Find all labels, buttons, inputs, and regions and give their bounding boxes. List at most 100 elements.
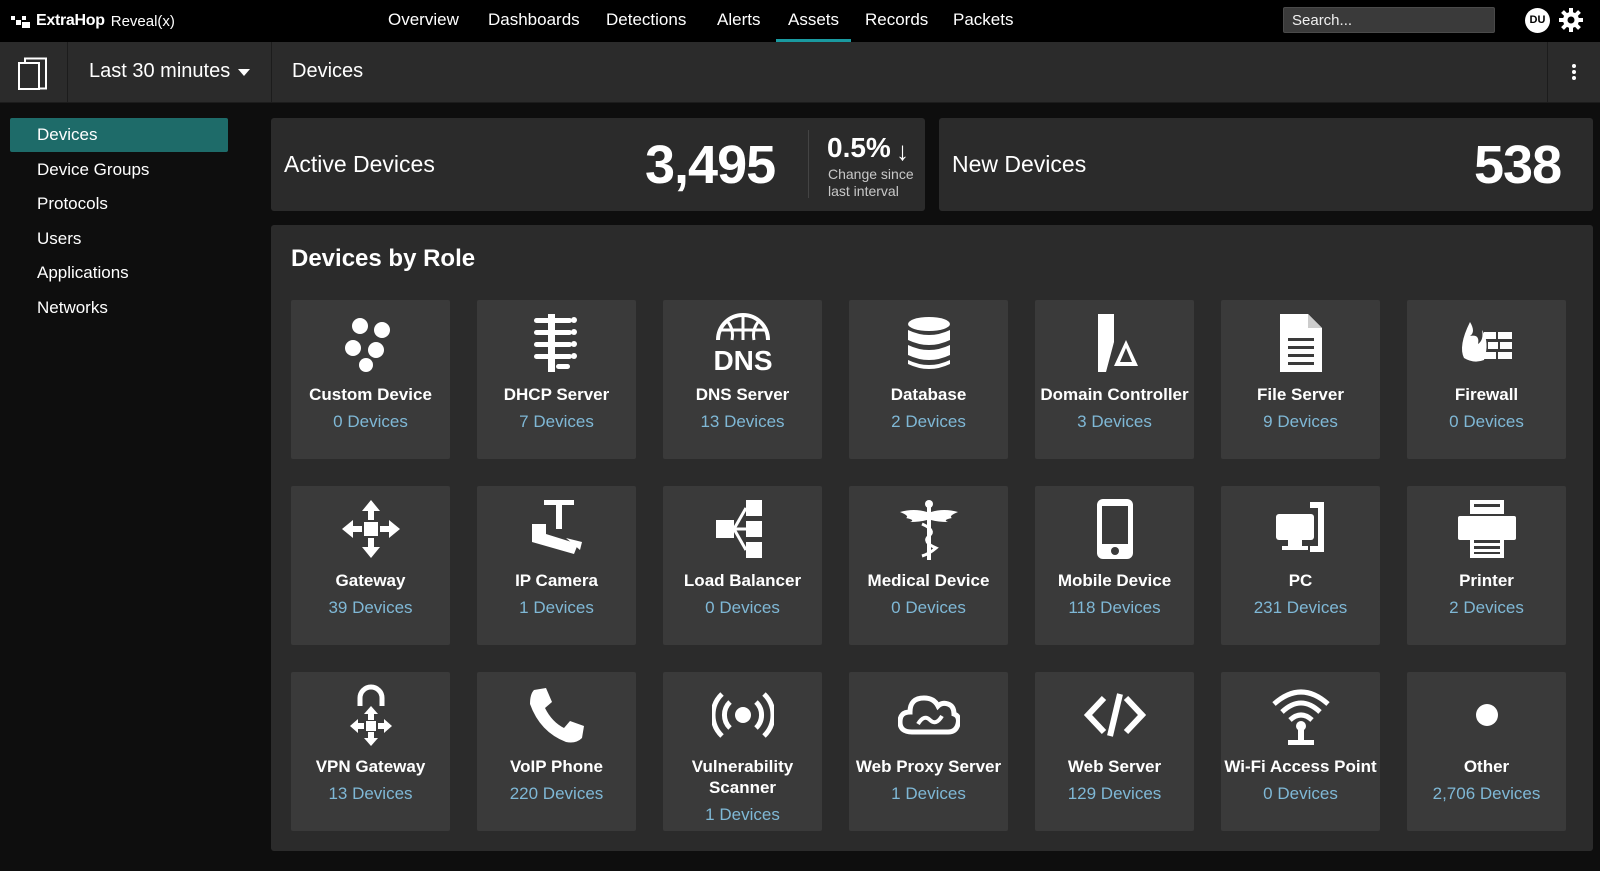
- role-tile-custom-device[interactable]: Custom Device 0 Devices: [291, 300, 450, 459]
- role-count[interactable]: 13 Devices: [663, 412, 822, 432]
- role-count[interactable]: 231 Devices: [1221, 598, 1380, 618]
- file-server-icon: [1270, 312, 1332, 374]
- extrahop-logo[interactable]: ExtraHop Reveal(x): [10, 10, 175, 32]
- custom-device-icon: [340, 312, 402, 374]
- new-devices-value: 538: [1474, 135, 1562, 195]
- user-avatar[interactable]: DU: [1525, 8, 1550, 33]
- page-title: Devices: [292, 60, 364, 82]
- role-tile-printer[interactable]: Printer 2 Devices: [1407, 486, 1566, 645]
- tab-assets[interactable]: Assets: [775, 0, 852, 42]
- role-count[interactable]: 1 Devices: [663, 805, 822, 825]
- role-name: Web Proxy Server: [855, 757, 1002, 776]
- tab-overview[interactable]: Overview: [388, 0, 459, 42]
- role-count[interactable]: 13 Devices: [291, 784, 450, 804]
- role-tile-firewall[interactable]: Firewall 0 Devices: [1407, 300, 1566, 459]
- sidebar-item-devices[interactable]: Devices: [10, 118, 228, 152]
- stat-divider: [808, 130, 809, 198]
- devices-page-icon: [18, 57, 47, 90]
- role-tile-web-proxy-server[interactable]: Web Proxy Server 1 Devices: [849, 672, 1008, 831]
- dns-server-icon: DNS: [712, 312, 774, 374]
- new-devices-label: New Devices: [952, 151, 1087, 177]
- tab-detections[interactable]: Detections: [606, 0, 686, 42]
- role-tile-voip-phone[interactable]: VoIP Phone 220 Devices: [477, 672, 636, 831]
- role-count[interactable]: 9 Devices: [1221, 412, 1380, 432]
- role-name: Gateway: [335, 571, 406, 590]
- role-count[interactable]: 0 Devices: [663, 598, 822, 618]
- role-name: IP Camera: [515, 571, 598, 590]
- cloud-proxy-icon: [898, 684, 960, 746]
- chevron-down-icon: [238, 69, 250, 76]
- role-name: Vulnerability Scanner: [691, 757, 794, 797]
- role-name: Firewall: [1454, 385, 1519, 404]
- tab-alerts[interactable]: Alerts: [717, 0, 760, 42]
- role-tile-file-server[interactable]: File Server 9 Devices: [1221, 300, 1380, 459]
- extrahop-logo-icon: [11, 16, 30, 28]
- role-name: PC: [1288, 571, 1313, 590]
- role-count[interactable]: 0 Devices: [291, 412, 450, 432]
- role-tile-dns-server[interactable]: DNS DNS Server 13 Devices: [663, 300, 822, 459]
- active-devices-label: Active Devices: [284, 151, 435, 177]
- sidebar-item-applications[interactable]: Applications: [10, 256, 228, 290]
- role-tile-database[interactable]: Database 2 Devices: [849, 300, 1008, 459]
- role-count[interactable]: 0 Devices: [849, 598, 1008, 618]
- role-name: Custom Device: [309, 385, 432, 404]
- change-description: Change since last interval: [828, 166, 914, 199]
- role-tile-pc[interactable]: PC 231 Devices: [1221, 486, 1380, 645]
- sidebar-item-protocols[interactable]: Protocols: [10, 187, 228, 221]
- role-tile-vpn-gateway[interactable]: VPN Gateway 13 Devices: [291, 672, 450, 831]
- role-tile-wifi-access-point[interactable]: Wi-Fi Access Point 0 Devices: [1221, 672, 1380, 831]
- role-name: Other: [1463, 757, 1510, 776]
- role-name: DHCP Server: [503, 385, 610, 404]
- role-tile-gateway[interactable]: Gateway 39 Devices: [291, 486, 450, 645]
- role-tile-vulnerability-scanner[interactable]: Vulnerability Scanner 1 Devices: [663, 672, 822, 831]
- role-tile-other[interactable]: Other 2,706 Devices: [1407, 672, 1566, 831]
- role-tile-dhcp-server[interactable]: DHCP Server 7 Devices: [477, 300, 636, 459]
- role-name: DNS Server: [695, 385, 790, 404]
- vpn-gateway-icon: [340, 684, 402, 746]
- product-name: Reveal(x): [110, 12, 175, 30]
- role-tile-ip-camera[interactable]: IP Camera 1 Devices: [477, 486, 636, 645]
- devices-by-role-title: Devices by Role: [291, 245, 476, 272]
- tab-records[interactable]: Records: [865, 0, 928, 42]
- sub-header: Last 30 minutes Devices: [0, 42, 1600, 103]
- phone-icon: [526, 684, 588, 746]
- svg-text:DNS: DNS: [713, 345, 772, 374]
- time-range-label: Last 30 minutes: [89, 60, 231, 82]
- printer-icon: [1456, 498, 1518, 560]
- search-input[interactable]: [1283, 7, 1495, 33]
- role-name: Web Server: [1067, 757, 1162, 776]
- role-tile-load-balancer[interactable]: Load Balancer 0 Devices: [663, 486, 822, 645]
- role-tile-mobile-device[interactable]: Mobile Device 118 Devices: [1035, 486, 1194, 645]
- tab-packets[interactable]: Packets: [953, 0, 1013, 42]
- tab-dashboards[interactable]: Dashboards: [488, 0, 580, 42]
- role-count[interactable]: 7 Devices: [477, 412, 636, 432]
- role-count[interactable]: 3 Devices: [1035, 412, 1194, 432]
- role-count[interactable]: 2,706 Devices: [1407, 784, 1566, 804]
- domain-controller-icon: [1084, 312, 1146, 374]
- change-percent: 0.5%: [827, 132, 891, 163]
- code-icon: [1084, 684, 1146, 746]
- more-options-button[interactable]: [1547, 42, 1600, 103]
- sidebar-item-device-groups[interactable]: Device Groups: [10, 153, 228, 187]
- role-count[interactable]: 2 Devices: [1407, 598, 1566, 618]
- time-range-selector[interactable]: Last 30 minutes: [68, 42, 272, 103]
- role-tile-web-server[interactable]: Web Server 129 Devices: [1035, 672, 1194, 831]
- role-count[interactable]: 129 Devices: [1035, 784, 1194, 804]
- role-count[interactable]: 0 Devices: [1221, 784, 1380, 804]
- wifi-icon: [1270, 684, 1332, 746]
- role-count[interactable]: 220 Devices: [477, 784, 636, 804]
- sidebar-item-users[interactable]: Users: [10, 222, 228, 256]
- role-count[interactable]: 1 Devices: [849, 784, 1008, 804]
- role-tile-domain-controller[interactable]: Domain Controller 3 Devices: [1035, 300, 1194, 459]
- role-tile-medical-device[interactable]: Medical Device 0 Devices: [849, 486, 1008, 645]
- role-count[interactable]: 118 Devices: [1035, 598, 1194, 618]
- gear-icon[interactable]: [1558, 7, 1584, 33]
- role-count[interactable]: 0 Devices: [1407, 412, 1566, 432]
- role-count[interactable]: 1 Devices: [477, 598, 636, 618]
- sidebar-toggle[interactable]: [0, 42, 68, 103]
- brand-name: ExtraHop: [36, 12, 105, 29]
- sidebar-item-networks[interactable]: Networks: [10, 291, 228, 325]
- role-count[interactable]: 2 Devices: [849, 412, 1008, 432]
- role-count[interactable]: 39 Devices: [291, 598, 450, 618]
- dhcp-server-icon: [526, 312, 588, 374]
